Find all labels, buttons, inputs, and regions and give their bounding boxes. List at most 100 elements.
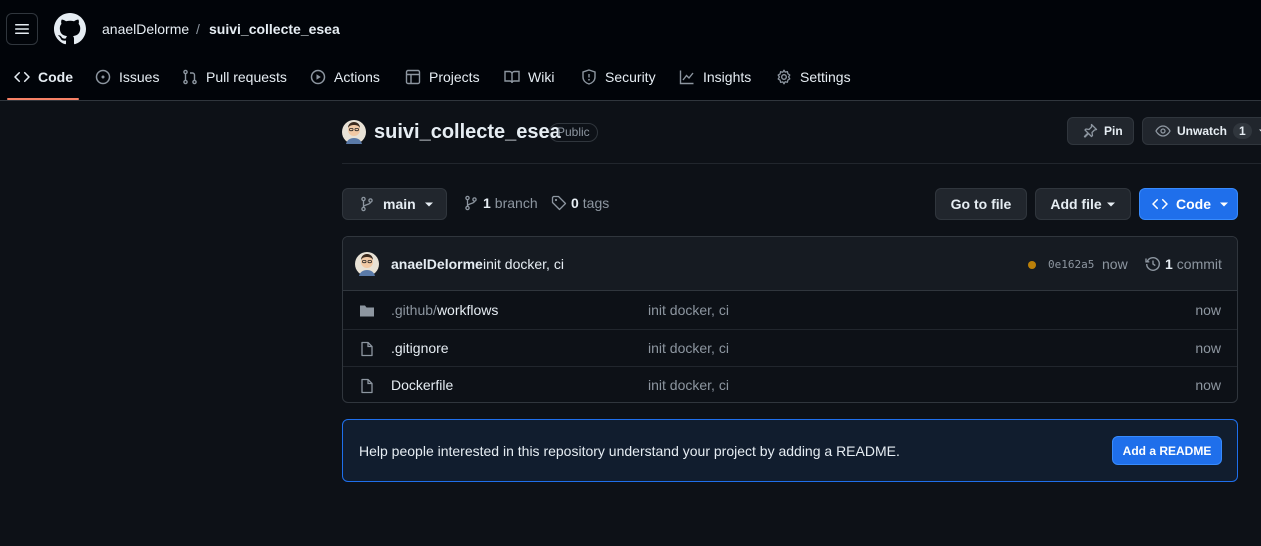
watch-count: 1 [1233, 123, 1252, 139]
tab-insights[interactable]: Insights [679, 66, 751, 88]
tab-pull-requests-label: Pull requests [206, 69, 287, 85]
file-name-text: workflows [436, 302, 499, 318]
breadcrumb-separator: / [196, 21, 200, 37]
add-file-label: Add file [1050, 196, 1102, 212]
unwatch-label: Unwatch [1177, 124, 1228, 138]
hamburger-icon [15, 24, 29, 34]
readme-prompt-text: Help people interested in this repositor… [359, 443, 900, 459]
branch-count: 1 [483, 195, 491, 211]
breadcrumb-owner[interactable]: anaelDelorme [102, 20, 189, 38]
branch-select-button[interactable]: main [342, 188, 447, 220]
book-icon [504, 70, 520, 84]
branch-name: main [383, 196, 416, 212]
pin-icon [1083, 123, 1098, 138]
commit-message[interactable]: init docker, ci [483, 256, 564, 272]
git-branch-icon [465, 195, 477, 211]
commit-age: now [1102, 256, 1128, 272]
tab-issues[interactable]: Issues [95, 66, 159, 88]
tab-code[interactable]: Code [14, 66, 73, 88]
file-age: now [1195, 377, 1221, 393]
go-to-file-button[interactable]: Go to file [935, 188, 1027, 220]
commit-author[interactable]: anaelDelorme [391, 256, 483, 272]
tag-label: tags [582, 195, 610, 211]
visibility-badge: Public [549, 123, 598, 142]
file-row[interactable]: Dockerfile init docker, ci now [343, 366, 1237, 402]
history-icon [1145, 257, 1160, 271]
commit-status-dot[interactable] [1028, 261, 1036, 269]
triangle-down-icon [1220, 202, 1228, 207]
tab-issues-label: Issues [119, 69, 160, 85]
file-age: now [1195, 340, 1221, 356]
triangle-down-icon [1106, 202, 1115, 207]
go-to-file-label: Go to file [950, 196, 1012, 212]
code-icon [14, 71, 30, 83]
table-icon [405, 69, 421, 85]
file-path-prefix: .github/ [391, 302, 437, 318]
commit-history-link[interactable]: 1 commit [1145, 256, 1222, 272]
tab-settings-label: Settings [800, 69, 851, 85]
tab-actions-label: Actions [334, 69, 380, 85]
commit-count-label: commit [1176, 256, 1222, 272]
commit-sha[interactable]: 0e162a5 [1048, 258, 1094, 271]
code-button-label: Code [1176, 196, 1211, 212]
tab-pull-requests[interactable]: Pull requests [182, 66, 287, 88]
readme-prompt: Help people interested in this repositor… [342, 419, 1238, 482]
active-tab-indicator [7, 98, 79, 100]
latest-commit-bar: anaelDelorme init docker, ci 0e162a5 now… [343, 237, 1237, 291]
add-file-button[interactable]: Add file [1035, 188, 1131, 220]
gear-icon [777, 69, 791, 85]
commit-count: 1 [1165, 256, 1173, 272]
file-commit-message[interactable]: init docker, ci [648, 340, 729, 356]
tab-code-label: Code [38, 69, 73, 85]
github-logo-icon[interactable] [54, 13, 86, 45]
title-divider [342, 163, 1261, 164]
file-age: now [1195, 302, 1221, 318]
file-name[interactable]: .github/workflows [391, 302, 498, 318]
folder-icon [360, 305, 374, 317]
hamburger-menu-button[interactable] [6, 13, 38, 45]
graph-icon [679, 70, 694, 85]
tab-security-label: Security [605, 69, 656, 85]
file-commit-message[interactable]: init docker, ci [648, 302, 729, 318]
file-row[interactable]: .github/workflows init docker, ci now [343, 292, 1237, 329]
pin-button[interactable]: Pin [1067, 117, 1134, 145]
tab-settings[interactable]: Settings [776, 66, 851, 88]
file-commit-message[interactable]: init docker, ci [648, 377, 729, 393]
git-branch-icon [361, 196, 373, 212]
tab-wiki[interactable]: Wiki [504, 66, 554, 88]
issue-opened-icon [95, 69, 111, 85]
repo-name[interactable]: suivi_collecte_esea [374, 121, 561, 144]
triangle-down-icon [424, 202, 433, 207]
code-icon [1152, 198, 1168, 210]
global-header: anaelDelorme / suivi_collecte_esea Code … [0, 0, 1261, 101]
unwatch-button[interactable]: Unwatch 1 [1142, 117, 1261, 145]
file-name[interactable]: .gitignore [391, 340, 449, 356]
tab-wiki-label: Wiki [528, 69, 555, 85]
git-pull-request-icon [183, 69, 197, 85]
owner-avatar[interactable] [342, 120, 366, 144]
file-browser: anaelDelorme init docker, ci 0e162a5 now… [342, 236, 1238, 403]
file-row[interactable]: .gitignore init docker, ci now [343, 329, 1237, 366]
breadcrumb-repo[interactable]: suivi_collecte_esea [209, 20, 340, 38]
add-readme-button[interactable]: Add a README [1112, 436, 1222, 465]
file-name[interactable]: Dockerfile [391, 377, 453, 393]
tags-link[interactable]: 0 tags [551, 195, 609, 211]
tab-security[interactable]: Security [581, 66, 656, 88]
add-readme-label: Add a README [1122, 443, 1212, 458]
tag-count: 0 [571, 195, 579, 211]
file-icon [361, 378, 373, 394]
pin-label: Pin [1104, 124, 1123, 138]
author-avatar[interactable] [355, 252, 379, 276]
file-icon [361, 341, 373, 357]
play-icon [310, 69, 326, 85]
tab-projects-label: Projects [429, 69, 480, 85]
tab-projects[interactable]: Projects [405, 66, 480, 88]
tab-actions[interactable]: Actions [310, 66, 380, 88]
tag-icon [551, 195, 567, 211]
code-dropdown-button[interactable]: Code [1139, 188, 1238, 220]
shield-icon [582, 69, 596, 85]
eye-icon [1155, 125, 1171, 137]
branch-label: branch [494, 195, 538, 211]
tab-insights-label: Insights [703, 69, 752, 85]
branches-link[interactable]: 1 branch [463, 195, 538, 211]
